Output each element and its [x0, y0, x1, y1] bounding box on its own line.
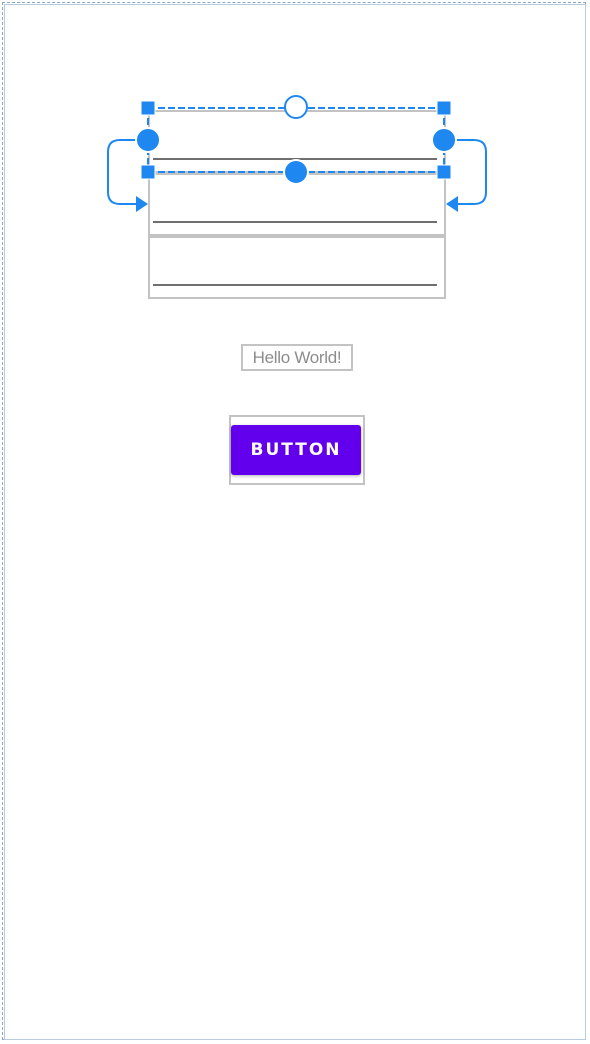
top-constraint-anchor-icon[interactable]: [284, 95, 308, 119]
left-constraint-anchor-icon[interactable]: [135, 127, 161, 153]
bottom-constraint-anchor-icon[interactable]: [283, 159, 309, 185]
resize-handle-top-right-icon[interactable]: [436, 100, 452, 116]
resize-handle-bottom-left-icon[interactable]: [140, 164, 156, 180]
resize-handle-bottom-right-icon[interactable]: [436, 164, 452, 180]
resize-handle-top-left-icon[interactable]: [140, 100, 156, 116]
hello-world-text-view[interactable]: Hello World!: [241, 344, 353, 371]
edit-text-3[interactable]: [148, 236, 446, 299]
main-button[interactable]: BUTTON: [231, 425, 361, 475]
edit-text-2-underline: [153, 221, 437, 223]
edit-text-3-underline: [153, 284, 437, 286]
right-constraint-anchor-icon[interactable]: [431, 127, 457, 153]
